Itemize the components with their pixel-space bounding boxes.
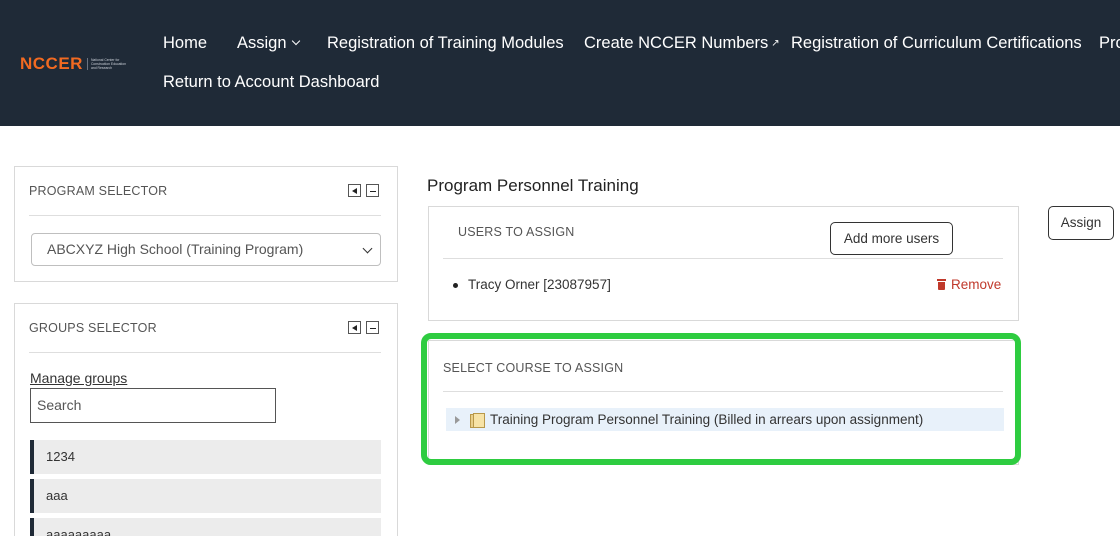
bullet xyxy=(453,283,458,288)
assign-button[interactable]: Assign xyxy=(1048,206,1114,240)
program-select[interactable]: ABCXYZ High School (Training Program) xyxy=(31,233,381,266)
collapse-left-icon[interactable] xyxy=(348,321,361,334)
chevron-down-icon xyxy=(362,243,373,254)
nav-return-dashboard[interactable]: Return to Account Dashboard xyxy=(163,73,379,92)
program-select-value: ABCXYZ High School (Training Program) xyxy=(47,241,304,257)
program-selector-title: PROGRAM SELECTOR xyxy=(29,184,168,198)
manage-groups-link[interactable]: Manage groups xyxy=(30,370,127,386)
group-item[interactable]: aaa xyxy=(30,479,381,513)
nav-home[interactable]: Home xyxy=(163,34,207,53)
minimize-icon[interactable] xyxy=(366,184,379,197)
group-item[interactable]: 1234 xyxy=(30,440,381,474)
group-search-input[interactable]: Search xyxy=(30,388,276,423)
remove-user-link[interactable]: Remove xyxy=(937,277,1001,292)
nav-registration-training-modules[interactable]: Registration of Training Modules xyxy=(327,34,564,53)
search-placeholder: Search xyxy=(37,397,82,413)
nav-create-nccer-numbers[interactable]: Create NCCER Numbers ↗ xyxy=(584,34,780,53)
users-to-assign-title: USERS TO ASSIGN xyxy=(458,225,575,239)
chevron-down-icon xyxy=(291,36,300,46)
group-item[interactable]: aaaaaaaaa xyxy=(30,518,381,536)
logo-text: NCCER xyxy=(20,54,83,73)
highlight-box xyxy=(421,333,1021,465)
nav-registration-curriculum-certifications[interactable]: Registration of Curriculum Certification… xyxy=(791,34,1082,53)
top-navbar: NCCER National Center for Construction E… xyxy=(0,0,1120,126)
add-more-users-button[interactable]: Add more users xyxy=(830,222,953,255)
trash-icon xyxy=(937,279,946,290)
nav-pro-truncated[interactable]: Pro xyxy=(1099,34,1120,53)
collapse-left-icon[interactable] xyxy=(348,184,361,197)
divider xyxy=(29,215,381,216)
divider xyxy=(443,258,1003,259)
nccer-logo[interactable]: NCCER National Center for Construction E… xyxy=(20,54,129,74)
groups-selector-title: GROUPS SELECTOR xyxy=(29,321,157,335)
divider xyxy=(29,352,381,353)
page-title: Program Personnel Training xyxy=(427,176,639,195)
minimize-icon[interactable] xyxy=(366,321,379,334)
external-link-icon: ↗ xyxy=(771,38,780,49)
user-name: Tracy Orner [23087957] xyxy=(468,277,611,292)
nav-assign[interactable]: Assign xyxy=(237,34,300,53)
logo-tagline: National Center for Construction Educati… xyxy=(86,58,129,70)
remove-label: Remove xyxy=(951,277,1002,292)
